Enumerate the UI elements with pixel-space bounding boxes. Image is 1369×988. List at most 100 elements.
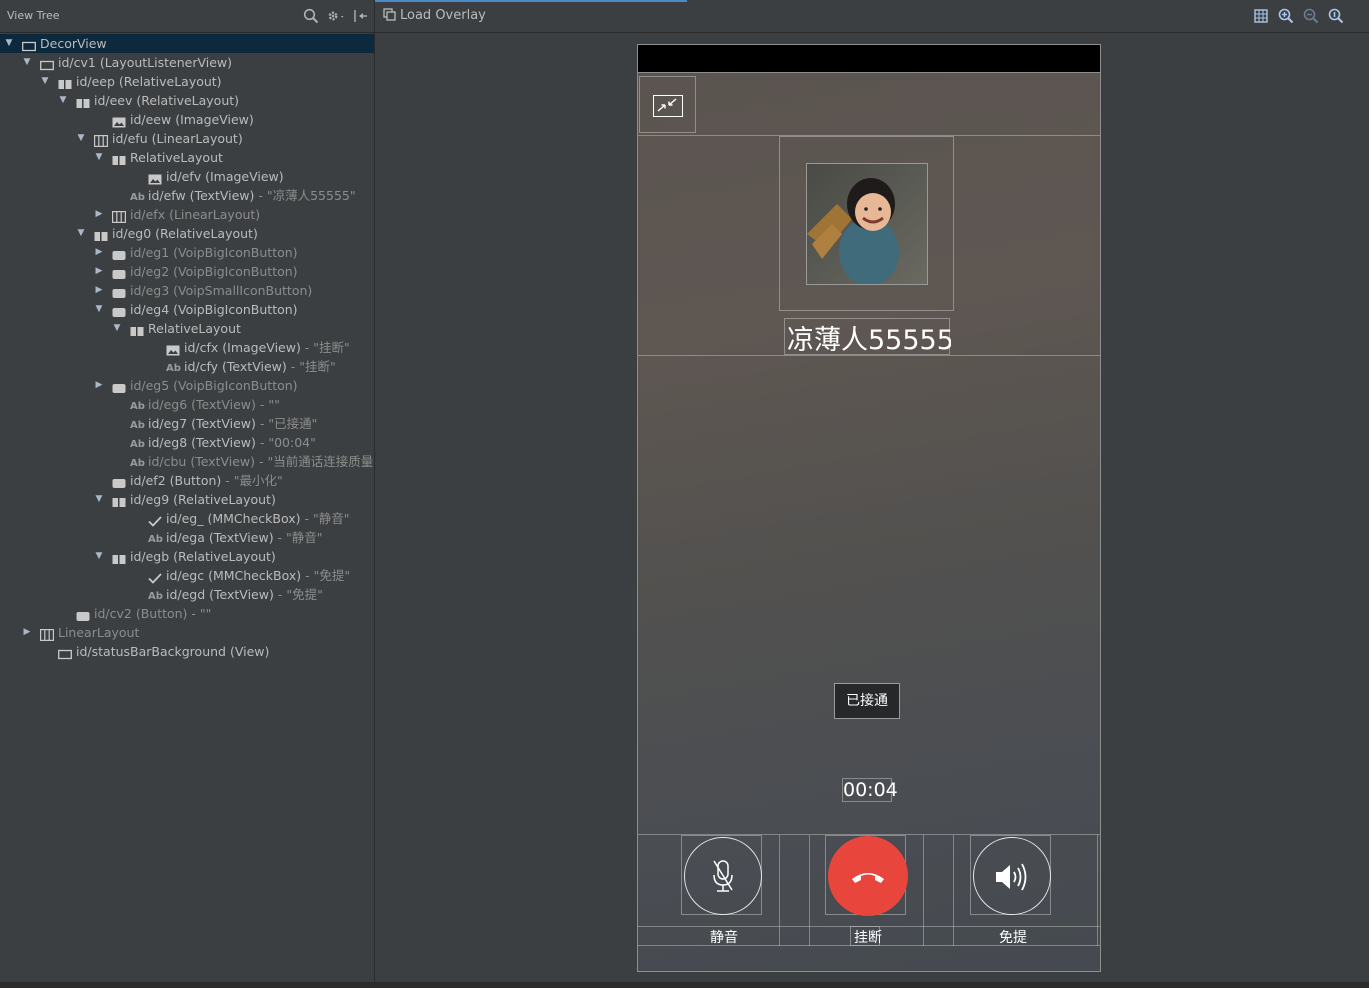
button-icon: [112, 285, 126, 300]
tree-row[interactable]: Ab id/eg6 (TextView) - "": [0, 395, 374, 414]
image-view-icon: [112, 114, 126, 129]
tree-row[interactable]: id/cfx (ImageView) - "挂断": [0, 338, 374, 357]
tree-node-label: id/eg2 (VoipBigIconButton): [130, 264, 298, 279]
tree-row[interactable]: ▼ RelativeLayout: [0, 148, 374, 167]
tree-row[interactable]: id/statusBarBackground (View): [0, 642, 374, 661]
tree-node-label: id/eg0 (RelativeLayout): [112, 226, 258, 241]
tree-row[interactable]: ▼ id/eg0 (RelativeLayout): [0, 224, 374, 243]
tree-node-label: id/eg5 (VoipBigIconButton): [130, 378, 298, 393]
call-status-text: 已接通: [846, 693, 888, 709]
tree-row[interactable]: ▼ id/efu (LinearLayout): [0, 129, 374, 148]
tree-node-label: id/egd (TextView) - "免提": [166, 587, 323, 602]
tree-row[interactable]: ▶ id/eg5 (VoipBigIconButton): [0, 376, 374, 395]
screen-toolbar: Load Overlay: [375, 0, 1369, 33]
tree-node-label: id/cbu (TextView) - "当前通话连接质量不: [148, 452, 374, 471]
search-icon[interactable]: [303, 8, 319, 24]
tree-row[interactable]: ▼ id/eg4 (VoipBigIconButton): [0, 300, 374, 319]
tree-node-label: id/eg3 (VoipSmallIconButton): [130, 283, 313, 298]
load-overlay-button[interactable]: Load Overlay: [383, 8, 486, 23]
expand-arrow-down-icon[interactable]: ▼: [76, 224, 86, 243]
view-tree: ▼ DecorView ▼ id/cv1 (LayoutListenerView) ▼ i…: [0, 34, 374, 674]
expand-arrow-down-icon[interactable]: ▼: [94, 547, 104, 566]
tree-row[interactable]: Ab id/cfy (TextView) - "挂断": [0, 357, 374, 376]
tree-node-label: id/eg4 (VoipBigIconButton): [130, 302, 298, 317]
tree-row[interactable]: ▼ id/eev (RelativeLayout): [0, 91, 374, 110]
view-tree-title: View Tree: [7, 9, 60, 22]
check-icon: [148, 570, 162, 585]
tree-row[interactable]: ▶ id/eg2 (VoipBigIconButton): [0, 262, 374, 281]
tree-row[interactable]: ▼ id/eep (RelativeLayout): [0, 72, 374, 91]
tree-row[interactable]: id/eew (ImageView): [0, 110, 374, 129]
tree-row[interactable]: ▶ LinearLayout: [0, 623, 374, 642]
tree-row[interactable]: ▼ DecorView: [0, 34, 374, 53]
tree-row[interactable]: Ab id/egd (TextView) - "免提": [0, 585, 374, 604]
zoom-in-icon[interactable]: [1278, 8, 1294, 27]
image-view-icon: [166, 342, 180, 357]
expand-arrow-down-icon[interactable]: ▼: [22, 53, 32, 72]
status-bar: [638, 45, 1100, 73]
contact-name: 凉薄人55555: [787, 325, 951, 356]
tree-row[interactable]: Ab id/cbu (TextView) - "当前通话连接质量不: [0, 452, 374, 471]
tree-node-label: id/cfx (ImageView) - "挂断": [184, 340, 350, 355]
tree-row[interactable]: id/cv2 (Button) - "": [0, 604, 374, 623]
expand-arrow-down-icon[interactable]: ▼: [94, 300, 104, 319]
expand-arrow-right-icon[interactable]: ▶: [94, 281, 104, 300]
tree-row[interactable]: ▼ id/egb (RelativeLayout): [0, 547, 374, 566]
tree-node-label: id/eg9 (RelativeLayout): [130, 492, 276, 507]
relative-layout-icon: [76, 95, 90, 110]
expand-arrow-right-icon[interactable]: ▶: [22, 623, 32, 642]
tree-row[interactable]: id/eg_ (MMCheckBox) - "静音": [0, 509, 374, 528]
bottom-status-strip: [0, 982, 1369, 988]
tree-node-value: - "静音": [273, 530, 323, 545]
expand-arrow-down-icon[interactable]: ▼: [40, 72, 50, 91]
tree-node-label: id/eg7 (TextView) - "已接通": [148, 416, 318, 431]
tree-node-value: - "": [255, 397, 280, 412]
expand-arrow-down-icon[interactable]: ▼: [94, 490, 104, 509]
linear-layout-icon: [94, 133, 109, 148]
relative-layout-icon: [58, 76, 72, 91]
expand-arrow-right-icon[interactable]: ▶: [94, 376, 104, 395]
grid-icon[interactable]: [1254, 9, 1268, 26]
expand-arrow-right-icon[interactable]: ▶: [94, 243, 104, 262]
tab-indicator: [375, 0, 687, 2]
expand-arrow-down-icon[interactable]: ▼: [76, 129, 86, 148]
gear-icon[interactable]: [326, 8, 346, 24]
minimize-button[interactable]: [639, 76, 696, 133]
tree-node-value: - "最小化": [221, 473, 283, 488]
view-tree-header: View Tree: [0, 0, 374, 33]
tree-row[interactable]: id/efv (ImageView): [0, 167, 374, 186]
tree-row[interactable]: ▼ id/cv1 (LayoutListenerView): [0, 53, 374, 72]
tree-row[interactable]: Ab id/ega (TextView) - "静音": [0, 528, 374, 547]
expand-arrow-down-icon[interactable]: ▼: [4, 34, 14, 53]
actual-size-icon[interactable]: [1328, 8, 1344, 27]
speaker-checkbox[interactable]: [970, 835, 1051, 915]
tree-node-label: id/ega (TextView) - "静音": [166, 530, 323, 545]
expand-arrow-down-icon[interactable]: ▼: [94, 148, 104, 167]
text-view-icon: Ab: [130, 439, 145, 450]
button-icon: [76, 608, 90, 623]
expand-arrow-right-icon[interactable]: ▶: [94, 205, 104, 224]
tree-row[interactable]: Ab id/eg8 (TextView) - "00:04": [0, 433, 374, 452]
tree-row[interactable]: id/ef2 (Button) - "最小化": [0, 471, 374, 490]
collapse-all-icon[interactable]: [352, 8, 368, 24]
tree-row[interactable]: ▶ id/eg1 (VoipBigIconButton): [0, 243, 374, 262]
button-icon: [112, 247, 126, 262]
mute-checkbox[interactable]: [681, 835, 762, 915]
hangup-button[interactable]: [825, 835, 908, 916]
tree-row[interactable]: id/egc (MMCheckBox) - "免提": [0, 566, 374, 585]
text-view-icon: Ab: [148, 591, 163, 602]
tree-row[interactable]: ▶ id/efx (LinearLayout): [0, 205, 374, 224]
relative-layout-icon: [112, 551, 126, 566]
tree-row[interactable]: Ab id/eg7 (TextView) - "已接通": [0, 414, 374, 433]
expand-arrow-down-icon[interactable]: ▼: [112, 319, 122, 338]
tree-node-value: - "": [187, 606, 212, 621]
tree-row[interactable]: Ab id/efw (TextView) - "凉薄人55555": [0, 186, 374, 205]
tree-row[interactable]: ▼ RelativeLayout: [0, 319, 374, 338]
tree-row[interactable]: ▼ id/eg9 (RelativeLayout): [0, 490, 374, 509]
expand-arrow-right-icon[interactable]: ▶: [94, 262, 104, 281]
phone-screen[interactable]: 凉薄人55555 已接通 00:04 静音 挂断 免提: [637, 44, 1101, 972]
expand-arrow-down-icon[interactable]: ▼: [58, 91, 68, 110]
tree-row[interactable]: ▶ id/eg3 (VoipSmallIconButton): [0, 281, 374, 300]
zoom-out-icon[interactable]: [1303, 8, 1319, 27]
tree-node-label: id/ef2 (Button) - "最小化": [130, 473, 283, 488]
